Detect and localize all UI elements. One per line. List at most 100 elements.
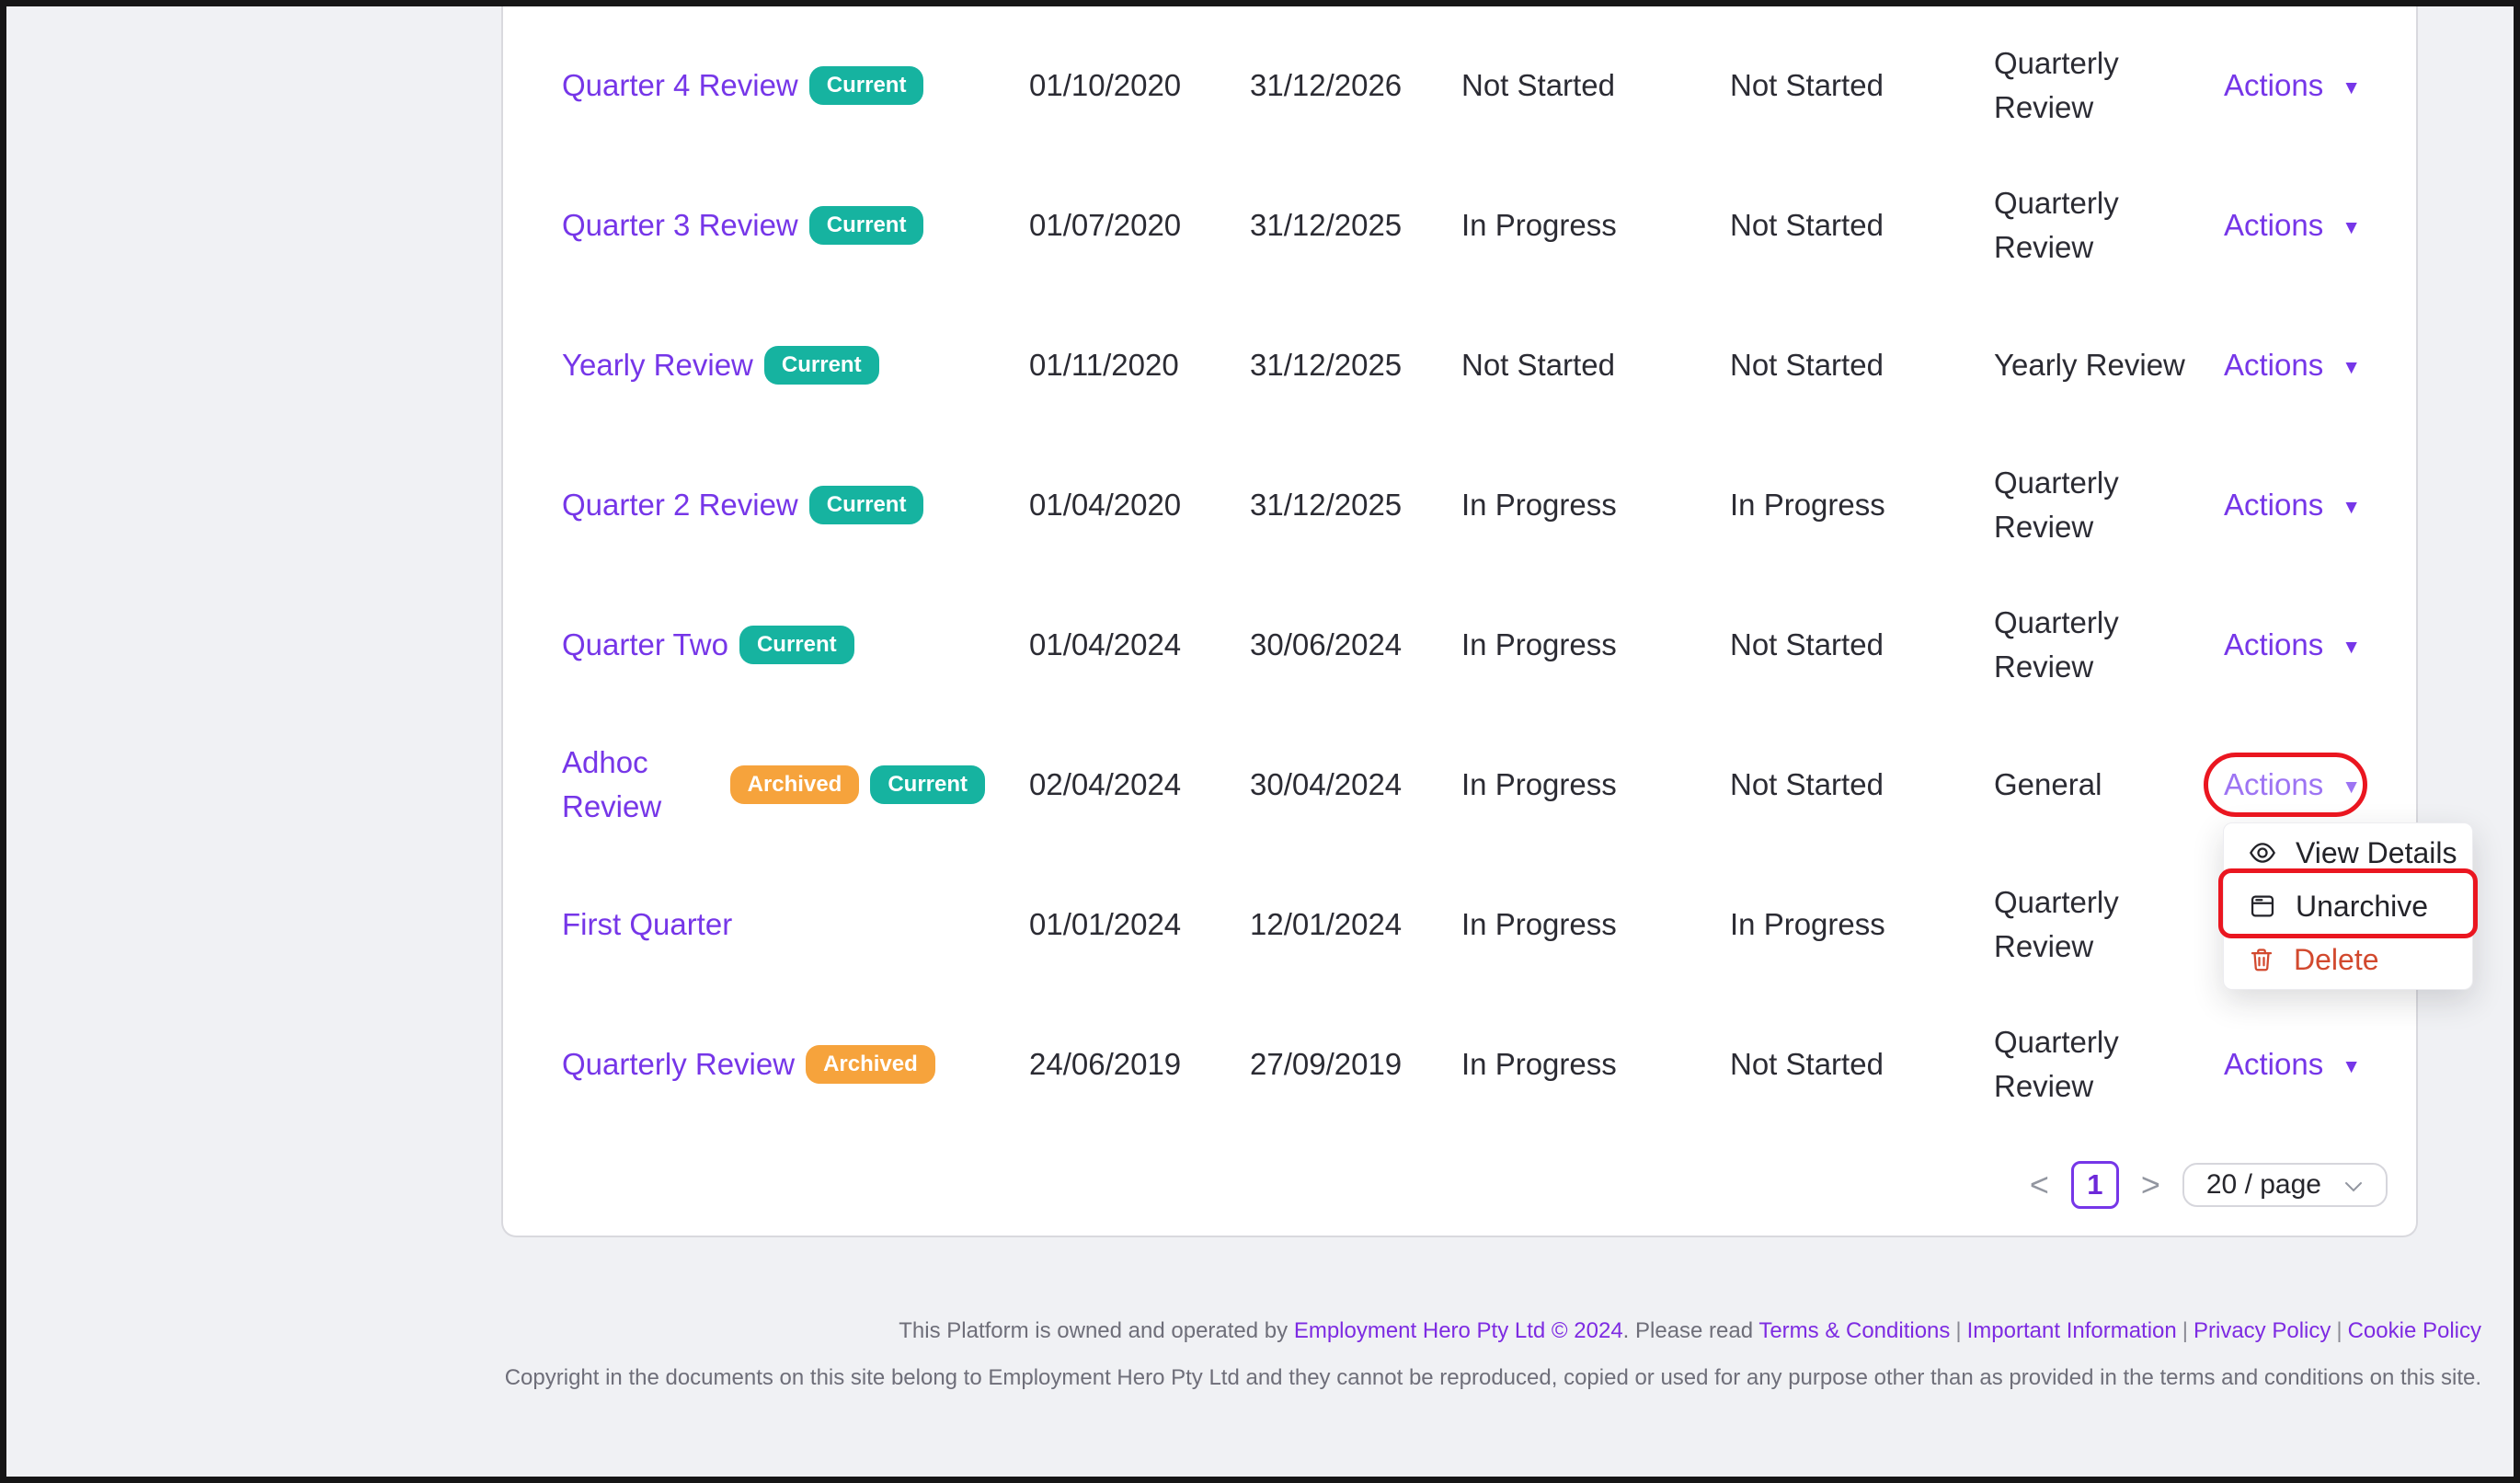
status-text: Not Started <box>1730 763 1994 807</box>
prev-page-button[interactable]: < <box>2030 1168 2049 1201</box>
table-row: Yearly Review Current 01/11/2020 31/12/2… <box>562 295 2383 435</box>
review-type: Yearly Review <box>1994 343 2224 387</box>
end-date: 30/06/2024 <box>1250 623 1461 667</box>
footer-text: This Platform is owned and operated by <box>899 1318 1294 1343</box>
review-type: Quarterly Review <box>1994 41 2224 130</box>
table-row: Quarter 3 Review Current 01/07/2020 31/1… <box>562 155 2383 295</box>
table-row: Quarter 4 Review Current 01/10/2020 31/1… <box>562 16 2383 155</box>
caret-down-icon: ▼ <box>2342 1057 2361 1076</box>
important-info-link[interactable]: Important Information <box>1967 1318 2177 1343</box>
table-row: Quarter 2 Review Current 01/04/2020 31/1… <box>562 435 2383 575</box>
separator: | <box>2177 1318 2194 1343</box>
status-badge: Archived <box>806 1045 935 1084</box>
review-type: Quarterly Review <box>1994 461 2224 549</box>
caret-down-icon: ▼ <box>2342 358 2361 377</box>
status-text: In Progress <box>1461 902 1730 947</box>
end-date: 31/12/2025 <box>1250 483 1461 527</box>
status-text: In Progress <box>1730 902 1994 947</box>
actions-dropdown-button[interactable]: Actions▼ <box>2224 208 2361 243</box>
site-footer: This Platform is owned and operated by E… <box>505 1318 2481 1392</box>
review-type: Quarterly Review <box>1994 181 2224 270</box>
status-badge: Archived <box>730 765 860 804</box>
start-date: 01/07/2020 <box>1029 203 1250 247</box>
archive-icon <box>2248 891 2277 921</box>
end-date: 30/04/2024 <box>1250 763 1461 807</box>
caret-down-icon: ▼ <box>2342 638 2361 657</box>
menu-item-unarchive[interactable]: Unarchive <box>2224 879 2472 933</box>
table-row: Quarter Two Current 01/04/2024 30/06/202… <box>562 575 2383 715</box>
company-link[interactable]: Employment Hero Pty Ltd © 2024 <box>1294 1318 1623 1343</box>
actions-dropdown-menu: View Details Unarchive Delete <box>2223 822 2473 990</box>
table-row: Quarterly Review Archived 24/06/2019 27/… <box>562 994 2383 1134</box>
footer-text: . Please read <box>1623 1318 1759 1343</box>
start-date: 02/04/2024 <box>1029 763 1250 807</box>
status-badge: Current <box>809 486 924 524</box>
terms-link[interactable]: Terms & Conditions <box>1758 1318 1950 1343</box>
review-name-link[interactable]: First Quarter <box>562 902 732 947</box>
start-date: 01/01/2024 <box>1029 902 1250 947</box>
separator: | <box>2331 1318 2347 1343</box>
caret-down-icon: ▼ <box>2342 498 2361 517</box>
status-text: In Progress <box>1461 1042 1730 1086</box>
status-text: Not Started <box>1730 63 1994 108</box>
status-text: Not Started <box>1461 343 1730 387</box>
review-type: Quarterly Review <box>1994 601 2224 689</box>
page-size-select[interactable]: 20 / page <box>2182 1163 2388 1207</box>
status-text: Not Started <box>1730 343 1994 387</box>
table-row: Adhoc Review Archived Current 02/04/2024… <box>562 715 2383 855</box>
status-text: In Progress <box>1461 203 1730 247</box>
status-badge: Current <box>739 626 854 664</box>
actions-dropdown-button[interactable]: Actions▼ <box>2224 627 2361 662</box>
review-name-link[interactable]: Quarter 2 Review <box>562 483 798 527</box>
review-table: Quarter 4 Review Current 01/10/2020 31/1… <box>503 0 2416 1134</box>
current-page-button[interactable]: 1 <box>2071 1161 2119 1209</box>
status-text: Not Started <box>1730 1042 1994 1086</box>
review-name-link[interactable]: Quarterly Review <box>562 1042 795 1086</box>
end-date: 12/01/2024 <box>1250 902 1461 947</box>
eye-icon <box>2248 838 2277 868</box>
start-date: 01/11/2020 <box>1029 343 1250 387</box>
menu-item-view-details[interactable]: View Details <box>2224 826 2472 879</box>
actions-dropdown-button[interactable]: Actions▼ <box>2224 488 2361 523</box>
cookie-policy-link[interactable]: Cookie Policy <box>2348 1318 2481 1343</box>
caret-down-icon: ▼ <box>2342 777 2361 797</box>
review-name-link[interactable]: Yearly Review <box>562 343 753 387</box>
review-name-link[interactable]: Quarter 3 Review <box>562 203 798 247</box>
caret-down-icon: ▼ <box>2342 218 2361 237</box>
review-type: Quarterly Review <box>1994 1020 2224 1109</box>
review-type: Quarterly Review <box>1994 880 2224 969</box>
status-text: Not Started <box>1730 203 1994 247</box>
status-badge: Current <box>870 765 985 804</box>
start-date: 01/04/2024 <box>1029 623 1250 667</box>
review-name-link[interactable]: Quarter Two <box>562 623 728 667</box>
start-date: 01/04/2020 <box>1029 483 1250 527</box>
status-text: Not Started <box>1730 623 1994 667</box>
start-date: 24/06/2019 <box>1029 1042 1250 1086</box>
review-name-link[interactable]: Adhoc Review <box>562 741 719 829</box>
status-badge: Current <box>764 346 879 385</box>
end-date: 31/12/2025 <box>1250 203 1461 247</box>
actions-dropdown-button-open[interactable]: Actions▼ <box>2224 767 2361 802</box>
end-date: 31/12/2025 <box>1250 343 1461 387</box>
actions-dropdown-button[interactable]: Actions▼ <box>2224 348 2361 383</box>
copyright-text: Copyright in the documents on this site … <box>505 1365 2481 1392</box>
privacy-policy-link[interactable]: Privacy Policy <box>2194 1318 2331 1343</box>
next-page-button[interactable]: > <box>2141 1168 2160 1201</box>
actions-dropdown-button[interactable]: Actions▼ <box>2224 1047 2361 1082</box>
separator: | <box>1950 1318 1966 1343</box>
caret-down-icon: ▼ <box>2342 78 2361 98</box>
end-date: 31/12/2026 <box>1250 63 1461 108</box>
end-date: 27/09/2019 <box>1250 1042 1461 1086</box>
status-text: In Progress <box>1730 483 1994 527</box>
review-type: General <box>1994 763 2224 807</box>
status-badge: Current <box>809 66 924 105</box>
start-date: 01/10/2020 <box>1029 63 1250 108</box>
status-text: In Progress <box>1461 483 1730 527</box>
actions-dropdown-button[interactable]: Actions▼ <box>2224 68 2361 103</box>
chevron-down-icon <box>2343 1180 2364 1193</box>
review-name-link[interactable]: Quarter 4 Review <box>562 63 798 108</box>
table-row: First Quarter 01/01/2024 12/01/2024 In P… <box>562 855 2383 994</box>
menu-item-delete[interactable]: Delete <box>2224 933 2472 986</box>
status-text: In Progress <box>1461 763 1730 807</box>
pagination: < 1 > 20 / page <box>2030 1161 2388 1209</box>
